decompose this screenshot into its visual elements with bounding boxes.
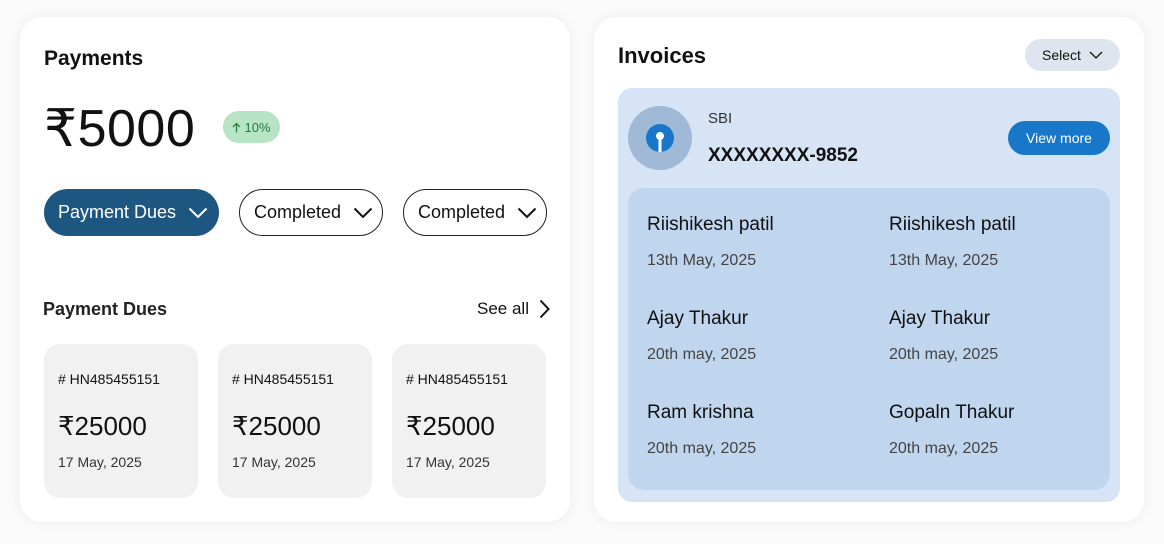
see-all-link[interactable]: See all: [477, 299, 550, 319]
txn-name: Ajay Thakur: [647, 308, 749, 329]
due-card[interactable]: # HN485455151 ₹25000 17 May, 2025: [218, 344, 372, 498]
txn-date: 20th may, 2025: [889, 346, 999, 363]
due-card[interactable]: # HN485455151 ₹25000 17 May, 2025: [44, 344, 198, 498]
due-date: 17 May, 2025: [58, 454, 142, 470]
sbi-logo-icon: [646, 124, 674, 152]
filter-payment-dues[interactable]: Payment Dues: [44, 189, 219, 236]
due-id: # HN485455151: [58, 371, 160, 387]
bank-account-panel: SBI XXXXXXXX-9852 View more Riishikesh p…: [618, 88, 1120, 502]
list-item[interactable]: Ajay Thakur 20th may, 2025: [889, 308, 1109, 364]
avatar: [628, 106, 692, 170]
transactions-panel: Riishikesh patil 13th May, 2025 Riishike…: [628, 188, 1110, 490]
txn-name: Ram krishna: [647, 402, 754, 423]
invoices-title: Invoices: [618, 43, 707, 68]
chevron-down-icon: [353, 207, 373, 218]
filter-label: Completed: [254, 202, 342, 222]
payments-card: Payments ₹5000 10% Payment Dues Complete…: [20, 17, 570, 522]
list-item[interactable]: Ram krishna 20th may, 2025: [647, 402, 867, 458]
select-dropdown[interactable]: Select: [1025, 39, 1120, 71]
txn-date: 13th May, 2025: [889, 252, 999, 269]
list-item[interactable]: Ajay Thakur 20th may, 2025: [647, 308, 867, 364]
due-date: 17 May, 2025: [406, 454, 490, 470]
list-item[interactable]: Gopaln Thakur 20th may, 2025: [889, 402, 1109, 458]
txn-date: 20th may, 2025: [647, 346, 757, 363]
chevron-down-icon: [188, 207, 208, 218]
filter-label: Payment Dues: [58, 202, 177, 222]
filter-label: Completed: [418, 202, 506, 222]
list-item[interactable]: Riishikesh patil 13th May, 2025: [647, 214, 867, 270]
see-all-label: See all: [477, 299, 529, 318]
due-amount: ₹25000: [406, 411, 495, 441]
view-more-button[interactable]: View more: [1008, 121, 1110, 155]
due-date: 17 May, 2025: [232, 454, 316, 470]
due-amount: ₹25000: [58, 411, 147, 441]
account-number: XXXXXXXX-9852: [708, 145, 858, 166]
txn-name: Gopaln Thakur: [889, 402, 1015, 423]
select-label: Select: [1042, 47, 1081, 63]
txn-date: 20th may, 2025: [889, 440, 999, 457]
growth-badge: 10%: [223, 111, 280, 143]
growth-value: 10%: [244, 119, 271, 135]
txn-name: Ajay Thakur: [889, 308, 991, 329]
list-item[interactable]: Riishikesh patil 13th May, 2025: [889, 214, 1109, 270]
chevron-right-icon: [539, 299, 550, 319]
due-amount: ₹25000: [232, 411, 321, 441]
filter-completed[interactable]: Completed: [403, 189, 547, 236]
filter-completed[interactable]: Completed: [239, 189, 383, 236]
arrow-up-icon: [233, 122, 241, 132]
chevron-down-icon: [1089, 51, 1103, 59]
payment-dues-heading: Payment Dues: [43, 299, 168, 319]
bank-name: SBI: [708, 110, 733, 127]
payments-total-amount: ₹5000: [44, 100, 196, 158]
txn-date: 13th May, 2025: [647, 252, 757, 269]
txn-date: 20th may, 2025: [647, 440, 757, 457]
txn-name: Riishikesh patil: [889, 214, 1016, 235]
invoices-card: Invoices Select SBI XXXXXXXX-9852 View m…: [594, 17, 1144, 522]
due-id: # HN485455151: [232, 371, 334, 387]
due-id: # HN485455151: [406, 371, 508, 387]
due-card[interactable]: # HN485455151 ₹25000 17 May, 2025: [392, 344, 546, 498]
txn-name: Riishikesh patil: [647, 214, 774, 235]
chevron-down-icon: [517, 207, 537, 218]
payments-title: Payments: [44, 47, 144, 70]
